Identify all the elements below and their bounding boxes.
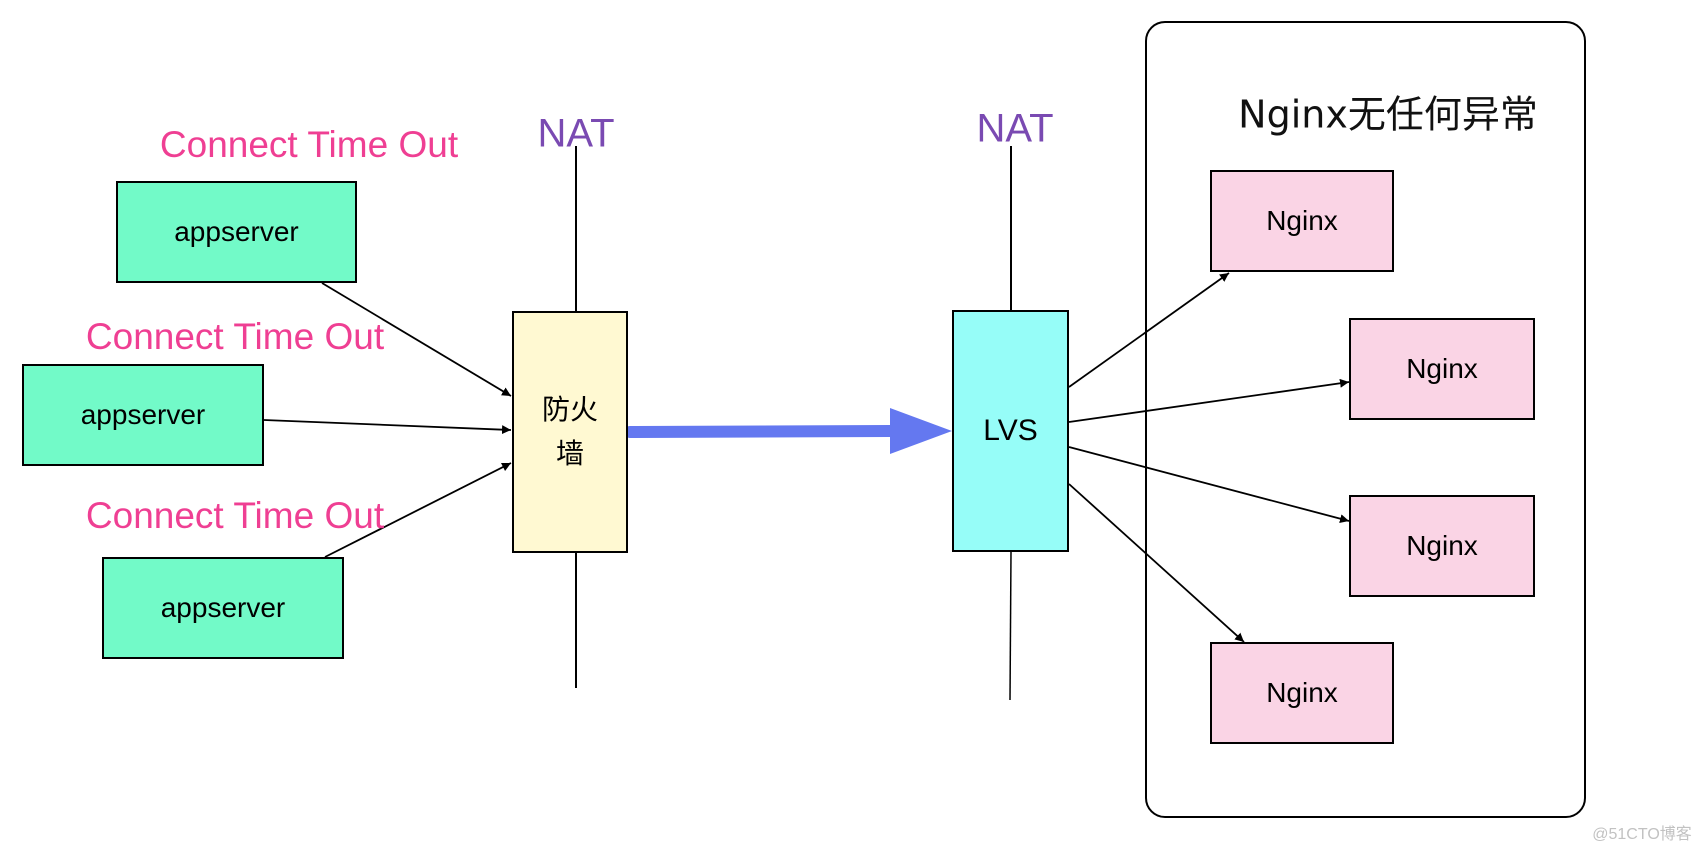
timeout-label-2: Connect Time Out (85, 316, 385, 357)
nginx-group-title: Nginx无任何异常 (1238, 92, 1538, 137)
nginx-label: Nginx (1266, 677, 1338, 708)
edge-appserver-2-firewall (263, 419, 512, 435)
watermark: @51CTO博客 (1592, 826, 1692, 843)
appserver-label: appserver (160, 592, 286, 623)
timeout-label-3: Connect Time Out (85, 495, 385, 536)
firewall-label-line2: 墙 (555, 437, 584, 470)
appserver-node-2[interactable]: appserver (22, 364, 264, 466)
nginx-node-3[interactable]: Nginx (1349, 495, 1535, 597)
firewall-nat-label: NAT (537, 111, 615, 156)
lvs-nat-label: NAT (976, 106, 1054, 151)
firewall-label-line1: 防火 (541, 393, 598, 426)
main-flow-arrow-head (890, 408, 952, 454)
appserver-node-1[interactable]: appserver (116, 181, 357, 283)
nginx-node-4[interactable]: Nginx (1210, 642, 1394, 744)
nginx-node-2[interactable]: Nginx (1349, 318, 1535, 420)
lvs-nat-line-bottom (1009, 551, 1012, 701)
appserver-label: appserver (80, 399, 206, 430)
timeout-label-1: Connect Time Out (159, 124, 459, 165)
firewall-node[interactable]: 防火 墙 (512, 311, 628, 553)
nginx-node-1[interactable]: Nginx (1210, 170, 1394, 272)
nginx-label: Nginx (1406, 530, 1478, 561)
lvs-label: LVS (983, 414, 1038, 447)
main-flow-arrow-shaft (624, 425, 901, 438)
appserver-node-3[interactable]: appserver (102, 557, 344, 659)
nginx-label: Nginx (1406, 353, 1478, 384)
nginx-label: Nginx (1266, 205, 1338, 236)
appserver-label: appserver (174, 216, 299, 247)
lvs-node[interactable]: LVS (952, 310, 1069, 552)
